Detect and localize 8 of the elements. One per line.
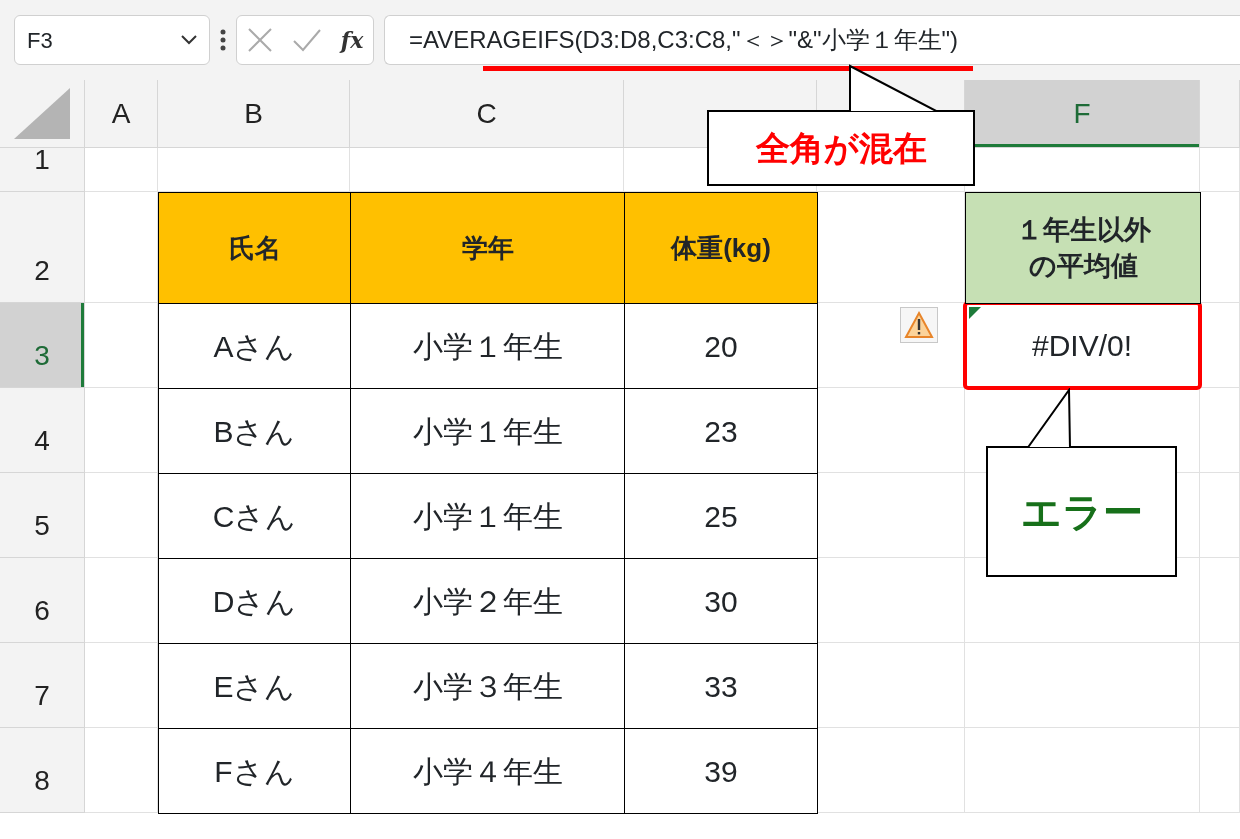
callout-tooltip: エラー [986,446,1177,577]
column-heading: 体重(kg) [624,192,818,304]
table-cell: Fさん [158,728,351,814]
column-heading: 学年 [350,192,625,304]
table-cell: 39 [624,728,818,814]
heading-text: １年生以外 [1015,213,1151,247]
heading-text: の平均値 [1028,250,1138,283]
column-heading: 氏名 [158,192,351,304]
